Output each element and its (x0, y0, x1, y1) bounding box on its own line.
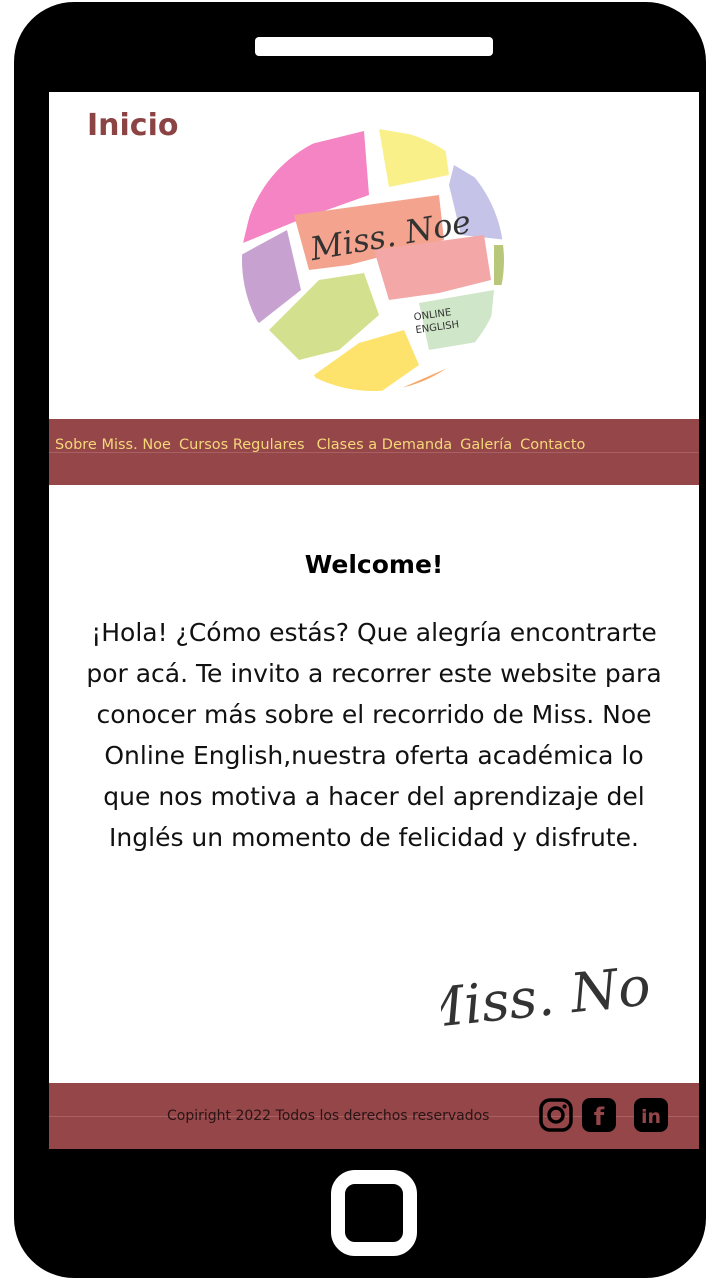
copyright-text: Copiright 2022 Todos los derechos reserv… (167, 1108, 490, 1124)
instagram-icon[interactable] (538, 1097, 574, 1133)
linkedin-icon[interactable]: in (633, 1097, 669, 1133)
signature-text: Miss. Noe (441, 951, 651, 1042)
phone-screen: Inicio Miss. Noe ONLINE ENGLISH Sobre Mi… (49, 92, 699, 1149)
nav-item-clases-a-demanda[interactable]: Clases a Demanda (317, 437, 453, 453)
phone-home-button[interactable] (331, 1170, 417, 1256)
signature-image: Miss. Noe (441, 951, 651, 1042)
main-navbar: Sobre Miss. Noe Cursos Regulares Clases … (49, 419, 699, 485)
facebook-icon-shape: f (582, 1098, 616, 1132)
page-footer: Copiright 2022 Todos los derechos reserv… (49, 1083, 699, 1149)
phone-speaker (255, 37, 493, 56)
brand-logo[interactable]: Miss. Noe ONLINE ENGLISH (239, 125, 507, 395)
nav-item-galeria[interactable]: Galería (460, 437, 512, 453)
linkedin-glyph: in (641, 1106, 661, 1128)
facebook-icon[interactable]: f (581, 1097, 617, 1133)
nav-item-sobre-miss-noe[interactable]: Sobre Miss. Noe (55, 437, 171, 453)
page-title: Inicio (87, 108, 179, 143)
facebook-glyph: f (594, 1103, 605, 1131)
welcome-body-text: ¡Hola! ¿Cómo estás? Que alegría encontra… (86, 618, 662, 852)
phone-frame: Inicio Miss. Noe ONLINE ENGLISH Sobre Mi… (14, 2, 706, 1278)
welcome-heading: Welcome! (304, 550, 444, 579)
nav-items: Sobre Miss. Noe Cursos Regulares Clases … (55, 437, 593, 453)
nav-item-cursos-regulares[interactable]: Cursos Regulares (179, 437, 305, 453)
nav-item-contacto[interactable]: Contacto (520, 437, 585, 453)
linkedin-icon-shape: in (634, 1098, 668, 1132)
